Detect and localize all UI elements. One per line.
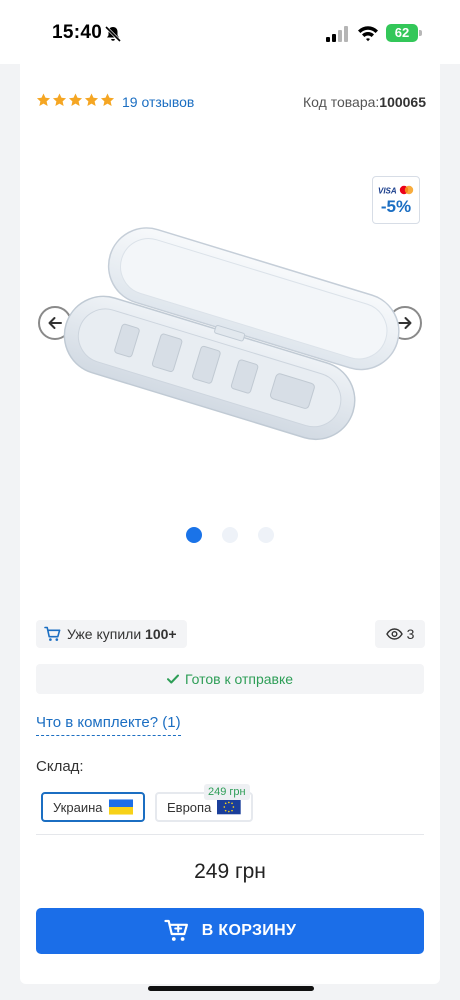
product-image[interactable]	[60, 224, 400, 474]
signal-icon	[326, 26, 348, 42]
discount-badge: VISA -5%	[372, 176, 420, 224]
product-code: Код товара:100065	[303, 94, 426, 110]
cart-icon	[44, 626, 61, 641]
pagination-dot[interactable]	[186, 527, 202, 543]
pagination-dot[interactable]	[258, 527, 274, 543]
visa-mastercard-icon: VISA	[378, 185, 414, 195]
home-indicator[interactable]	[148, 986, 314, 991]
eye-icon	[385, 628, 403, 640]
views-count: 3	[406, 626, 415, 642]
battery-icon: 62	[386, 24, 418, 42]
eu-flag-icon	[217, 799, 241, 815]
rating-row: 19 отзывов Код товара:100065	[36, 92, 426, 112]
star-icon	[84, 93, 99, 106]
star-icon	[36, 93, 51, 106]
reviews-link[interactable]: 19 отзывов	[122, 94, 194, 110]
kit-contents-link[interactable]: Что в комплекте? (1)	[36, 714, 181, 736]
europe-price-tag: 249 грн	[204, 784, 250, 800]
ready-to-ship-status: Готов к отправке	[36, 664, 424, 694]
image-pagination	[186, 527, 274, 543]
product-code-label: Код товара:	[303, 94, 380, 110]
bell-slash-icon	[104, 25, 122, 43]
ready-to-ship-text: Готов к отправке	[184, 671, 294, 687]
status-bar: 15:40 62	[0, 0, 460, 64]
views-counter: 3	[375, 620, 425, 648]
product-card: 19 отзывов Код товара:100065 VISA -5% Уж…	[20, 64, 440, 984]
product-price: 249 грн	[194, 860, 266, 883]
product-code-value: 100065	[379, 94, 426, 110]
ukraine-flag-icon	[108, 799, 133, 815]
already-bought-text: Уже купили 100+	[67, 626, 177, 642]
battery-level: 62	[394, 25, 410, 40]
svg-text:VISA: VISA	[378, 187, 397, 196]
check-icon	[166, 674, 179, 684]
wifi-icon	[358, 26, 378, 42]
warehouse-option-label: Украина	[53, 799, 103, 815]
pagination-dot[interactable]	[222, 527, 238, 543]
divider	[36, 834, 424, 835]
star-icon	[52, 93, 67, 106]
add-to-cart-button[interactable]: В КОРЗИНУ	[36, 908, 424, 954]
star-icon	[68, 93, 83, 106]
rating-stars[interactable]	[36, 92, 115, 108]
already-bought-value: 100+	[145, 626, 177, 642]
status-time: 15:40	[52, 22, 103, 43]
battery-tip	[419, 30, 422, 36]
star-icon	[100, 93, 115, 106]
cart-plus-icon	[164, 919, 188, 941]
warehouse-option-ukraine[interactable]: Украина	[41, 792, 145, 822]
warehouse-label: Склад:	[36, 758, 84, 775]
add-to-cart-label: В КОРЗИНУ	[201, 922, 297, 939]
discount-value: -5%	[380, 197, 412, 216]
warehouse-option-label: Европа	[167, 799, 212, 815]
already-bought-label: Уже купили	[67, 626, 146, 642]
already-bought-badge: Уже купили 100+	[36, 620, 187, 648]
